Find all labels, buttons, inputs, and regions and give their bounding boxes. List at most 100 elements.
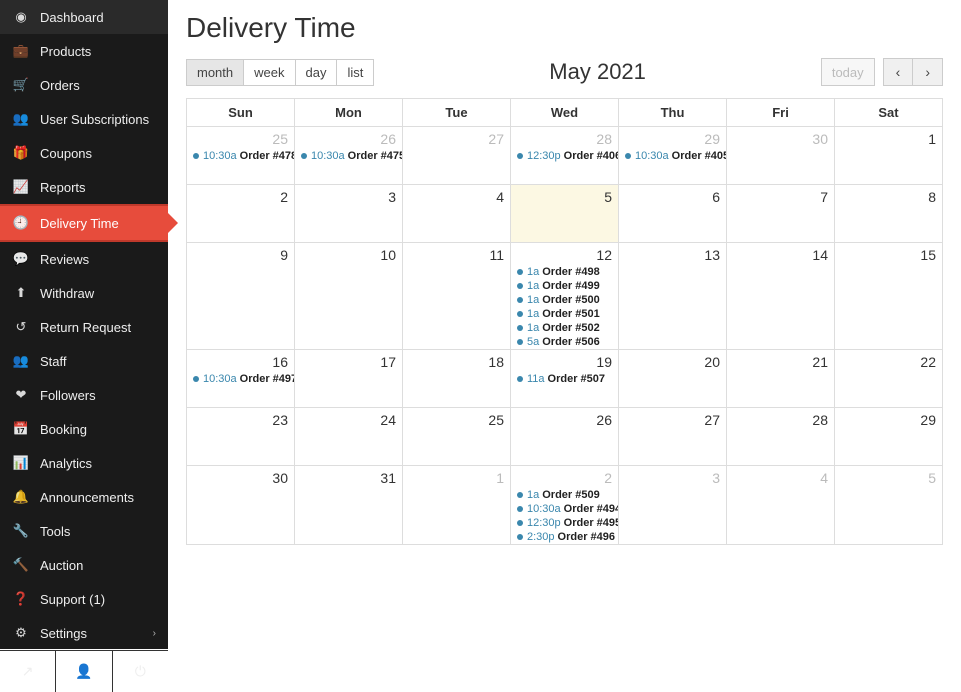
sidebar-item-label: Orders xyxy=(40,78,80,93)
calendar-event[interactable]: 1aOrder #499 xyxy=(511,279,618,293)
calendar-event[interactable]: 12:30pOrder #406 xyxy=(511,149,618,163)
calendar-day-cell[interactable]: 8 xyxy=(835,185,943,243)
calendar-day-cell[interactable]: 1 xyxy=(403,466,511,545)
calendar-event[interactable]: 1aOrder #509 xyxy=(511,488,618,502)
dow-header: Fri xyxy=(727,99,835,127)
view-list-button[interactable]: list xyxy=(337,59,374,86)
sidebar-item-user-subscriptions[interactable]: 👥User Subscriptions xyxy=(0,102,168,136)
calendar-day-cell[interactable]: 26 xyxy=(511,408,619,466)
calendar-day-cell[interactable]: 2 xyxy=(187,185,295,243)
next-button[interactable]: › xyxy=(913,58,943,86)
calendar-event[interactable]: 10:30aOrder #494 xyxy=(511,502,618,516)
calendar-day-cell[interactable]: 13 xyxy=(619,243,727,350)
calendar-day-cell[interactable]: 28 xyxy=(727,408,835,466)
calendar-event[interactable]: 5aOrder #506 xyxy=(511,335,618,349)
calendar-day-cell[interactable]: 121aOrder #4981aOrder #4991aOrder #5001a… xyxy=(511,243,619,350)
calendar-event[interactable]: 10:30aOrder #405 xyxy=(619,149,726,163)
calendar-day-cell[interactable]: 9 xyxy=(187,243,295,350)
calendar-day-cell[interactable]: 1610:30aOrder #497 xyxy=(187,350,295,408)
calendar-event[interactable]: 1aOrder #501 xyxy=(511,307,618,321)
calendar-day-cell[interactable]: 3 xyxy=(295,185,403,243)
calendar-day-cell[interactable]: 23 xyxy=(187,408,295,466)
calendar-day-cell[interactable]: 11 xyxy=(403,243,511,350)
calendar-day-cell[interactable]: 2812:30pOrder #406 xyxy=(511,127,619,185)
calendar-day-cell[interactable]: 2910:30aOrder #405 xyxy=(619,127,727,185)
calendar-day-cell[interactable]: 10 xyxy=(295,243,403,350)
sidebar-item-analytics[interactable]: 📊Analytics xyxy=(0,446,168,480)
power-icon[interactable]: ⏻ xyxy=(112,651,168,692)
sidebar-item-return-request[interactable]: ↺Return Request xyxy=(0,310,168,344)
calendar-day-cell[interactable]: 4 xyxy=(403,185,511,243)
calendar-day-cell[interactable]: 1911aOrder #507 xyxy=(511,350,619,408)
calendar-event[interactable]: 1aOrder #502 xyxy=(511,321,618,335)
calendar-event[interactable]: 2:30pOrder #496 xyxy=(511,530,618,544)
sidebar-item-booking[interactable]: 📅Booking xyxy=(0,412,168,446)
today-button[interactable]: today xyxy=(821,58,875,86)
external-link-icon[interactable]: ↗ xyxy=(0,651,55,692)
event-time: 11a xyxy=(527,373,545,385)
sidebar-item-staff[interactable]: 👥Staff xyxy=(0,344,168,378)
sidebar-item-followers[interactable]: ❤Followers xyxy=(0,378,168,412)
calendar-day-cell[interactable]: 21aOrder #50910:30aOrder #49412:30pOrder… xyxy=(511,466,619,545)
calendar-event[interactable]: 11aOrder #507 xyxy=(511,372,618,386)
calendar-day-cell[interactable]: 22 xyxy=(835,350,943,408)
calendar-day-cell[interactable]: 17 xyxy=(295,350,403,408)
calendar-day-cell[interactable]: 5 xyxy=(835,466,943,545)
calendar-day-cell[interactable]: 1 xyxy=(835,127,943,185)
sidebar-item-reports[interactable]: 📈Reports xyxy=(0,170,168,204)
calendar-day-cell[interactable]: 30 xyxy=(727,127,835,185)
sidebar-item-reviews[interactable]: 💬Reviews xyxy=(0,242,168,276)
calendar-day-cell[interactable]: 7 xyxy=(727,185,835,243)
sidebar-item-dashboard[interactable]: ◉Dashboard xyxy=(0,0,168,34)
day-number: 9 xyxy=(187,243,294,265)
calendar-event[interactable]: 10:30aOrder #475 xyxy=(295,149,402,163)
user-icon[interactable]: 👤 xyxy=(55,651,111,692)
day-number: 11 xyxy=(403,243,510,265)
calendar-day-cell[interactable]: 25 xyxy=(403,408,511,466)
sidebar-item-settings[interactable]: ⚙Settings› xyxy=(0,616,168,650)
calendar-grid: SunMonTueWedThuFriSat 2510:30aOrder #478… xyxy=(186,98,943,545)
calendar-day-cell[interactable]: 3 xyxy=(619,466,727,545)
sidebar-item-announcements[interactable]: 🔔Announcements xyxy=(0,480,168,514)
view-week-button[interactable]: week xyxy=(244,59,295,86)
calendar-day-cell[interactable]: 18 xyxy=(403,350,511,408)
sidebar-item-support-1-[interactable]: ❓Support (1) xyxy=(0,582,168,616)
sidebar-item-auction[interactable]: 🔨Auction xyxy=(0,548,168,582)
prev-button[interactable]: ‹ xyxy=(883,58,914,86)
calendar-day-cell[interactable]: 14 xyxy=(727,243,835,350)
calendar-day-cell[interactable]: 2610:30aOrder #475 xyxy=(295,127,403,185)
calendar-event[interactable]: 1aOrder #498 xyxy=(511,265,618,279)
sidebar-item-tools[interactable]: 🔧Tools xyxy=(0,514,168,548)
sidebar-item-label: Delivery Time xyxy=(40,216,119,231)
calendar-day-cell[interactable]: 21 xyxy=(727,350,835,408)
calendar-event[interactable]: 1aOrder #500 xyxy=(511,293,618,307)
calendar-event[interactable]: 12:30pOrder #495 xyxy=(511,516,618,530)
calendar-day-cell[interactable]: 5 xyxy=(511,185,619,243)
calendar-day-cell[interactable]: 29 xyxy=(835,408,943,466)
sidebar-item-label: Support (1) xyxy=(40,592,105,607)
view-day-button[interactable]: day xyxy=(296,59,338,86)
view-month-button[interactable]: month xyxy=(186,59,244,86)
day-number: 19 xyxy=(511,350,618,372)
sidebar-item-withdraw[interactable]: ⬆Withdraw xyxy=(0,276,168,310)
calendar-day-cell[interactable]: 30 xyxy=(187,466,295,545)
calendar-day-cell[interactable]: 27 xyxy=(619,408,727,466)
calendar-day-cell[interactable]: 6 xyxy=(619,185,727,243)
calendar-day-cell[interactable]: 15 xyxy=(835,243,943,350)
sidebar-item-coupons[interactable]: 🎁Coupons xyxy=(0,136,168,170)
calendar-day-cell[interactable]: 20 xyxy=(619,350,727,408)
calendar-day-cell[interactable]: 27 xyxy=(403,127,511,185)
event-title: Order #494 xyxy=(564,503,618,515)
sidebar-item-products[interactable]: 💼Products xyxy=(0,34,168,68)
calendar-day-cell[interactable]: 4 xyxy=(727,466,835,545)
event-time: 1a xyxy=(527,266,539,278)
calendar-day-cell[interactable]: 31 xyxy=(295,466,403,545)
calendar-event[interactable]: 10:30aOrder #478 xyxy=(187,149,294,163)
calendar-day-cell[interactable]: 24 xyxy=(295,408,403,466)
day-number: 13 xyxy=(619,243,726,265)
calendar-day-cell[interactable]: 2510:30aOrder #478 xyxy=(187,127,295,185)
sidebar-item-delivery-time[interactable]: 🕘Delivery Time xyxy=(0,204,168,242)
calendar-event[interactable]: 10:30aOrder #497 xyxy=(187,372,294,386)
sidebar-item-orders[interactable]: 🛒Orders xyxy=(0,68,168,102)
event-dot-icon xyxy=(517,311,523,317)
